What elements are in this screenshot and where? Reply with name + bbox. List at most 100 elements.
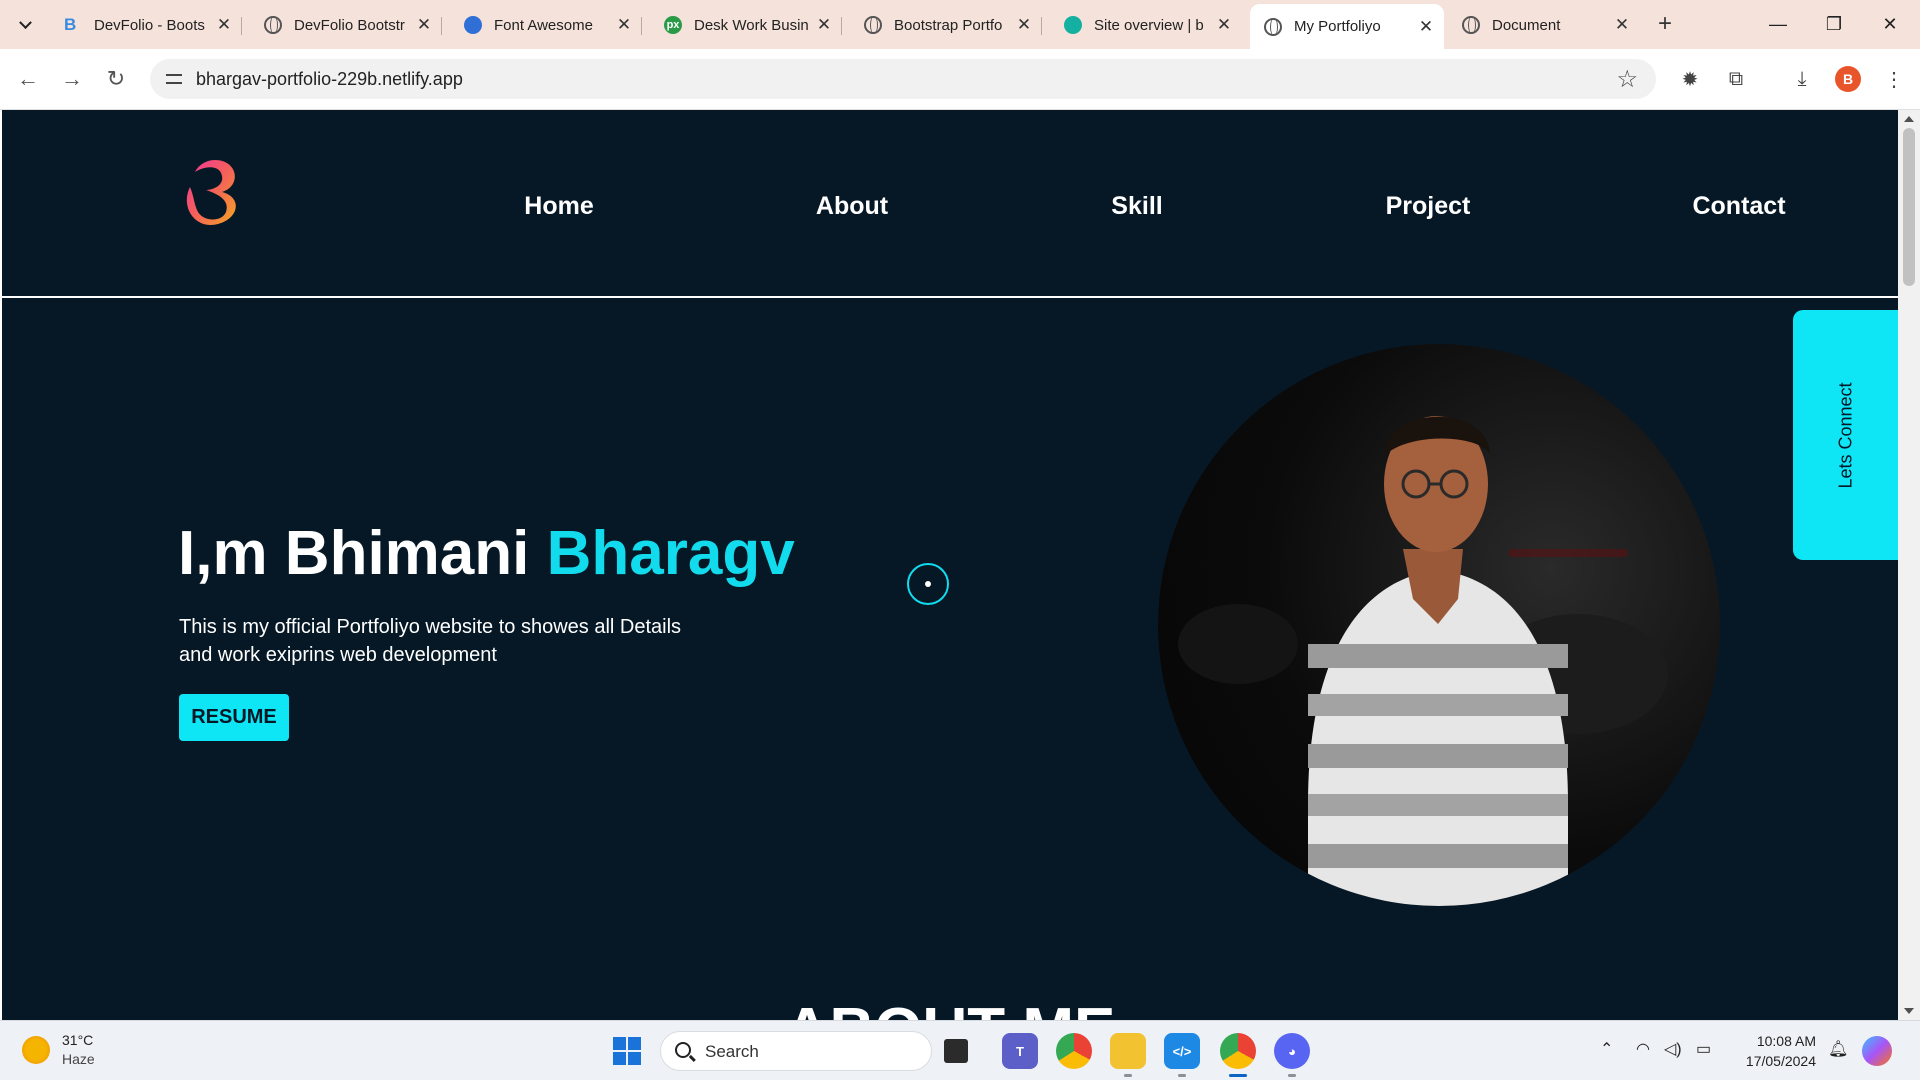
search-icon: [675, 1042, 691, 1058]
flag-icon: [464, 16, 482, 34]
close-icon[interactable]: ✕: [1614, 15, 1630, 35]
hero-title-accent: Bharagv: [546, 519, 795, 588]
close-icon[interactable]: ✕: [1216, 15, 1232, 35]
browser-tab[interactable]: Bootstrap Portfo ✕: [850, 6, 1042, 44]
portfolio-site: Home About Skill Project Contact I,m Bhi…: [2, 110, 1900, 1020]
nav-link-project[interactable]: Project: [1386, 192, 1471, 221]
globe-icon: [264, 16, 282, 34]
globe-icon: [1462, 16, 1480, 34]
profile-photo: [1158, 344, 1720, 906]
tab-title: DevFolio Bootstr: [294, 16, 405, 34]
reload-icon[interactable]: ↻: [100, 63, 132, 95]
url-text[interactable]: bhargav-portfolio-229b.netlify.app: [196, 69, 463, 90]
tab-title: Desk Work Busin: [694, 16, 809, 34]
browser-tab-strip: DevFolio - Boots ✕ DevFolio Bootstr ✕ Fo…: [0, 0, 1920, 49]
nav-link-skill[interactable]: Skill: [1111, 192, 1162, 221]
scroll-up-arrow-icon[interactable]: [1904, 116, 1914, 122]
browser-tab[interactable]: DevFolio - Boots ✕: [50, 6, 242, 44]
vscode-icon[interactable]: </>: [1164, 1033, 1200, 1069]
weather-temperature: 31°C: [62, 1032, 94, 1048]
hero-description: This is my official Portfoliyo website t…: [179, 616, 682, 666]
address-bar[interactable]: bhargav-portfolio-229b.netlify.app ☆: [150, 59, 1656, 99]
discord-icon[interactable]: ◕: [1274, 1033, 1310, 1069]
taskbar-search-box[interactable]: Search: [660, 1031, 932, 1071]
battery-icon[interactable]: ▭: [1696, 1039, 1711, 1059]
tab-title: DevFolio - Boots: [94, 16, 205, 34]
resume-button[interactable]: RESUME: [179, 694, 289, 741]
nav-link-contact[interactable]: Contact: [1692, 192, 1785, 221]
clock-date: 17/05/2024: [1745, 1053, 1816, 1069]
windows-start-icon[interactable]: [613, 1037, 641, 1065]
back-arrow-icon[interactable]: ←: [12, 63, 44, 95]
extensions-puzzle-icon[interactable]: ⧉: [1722, 65, 1750, 93]
file-explorer-icon[interactable]: [1110, 1033, 1146, 1069]
browser-tab[interactable]: Font Awesome ✕: [450, 6, 642, 44]
show-hidden-icons-chevron-icon[interactable]: ⌃: [1600, 1039, 1613, 1059]
minimize-button[interactable]: —: [1750, 0, 1806, 49]
close-icon[interactable]: ✕: [616, 15, 632, 35]
close-window-button[interactable]: ✕: [1862, 0, 1918, 49]
browser-tab-active[interactable]: My Portfoliyo ✕: [1250, 4, 1444, 49]
site-navbar: Home About Skill Project Contact: [2, 112, 1898, 298]
windows-taskbar: 31°C Haze Search T </> ◕ ⌃ ◠ ◁) ▭ 10:08 …: [0, 1020, 1920, 1080]
about-section-heading: ABOUT ME: [2, 995, 1898, 1020]
task-view-icon[interactable]: [944, 1039, 968, 1063]
nav-link-home[interactable]: Home: [524, 192, 593, 221]
profile-avatar[interactable]: B: [1835, 66, 1861, 92]
copilot-icon[interactable]: [1862, 1036, 1892, 1066]
scrollbar-thumb[interactable]: [1903, 128, 1915, 286]
profile-photo-illustration: [1178, 416, 1668, 906]
volume-icon[interactable]: ◁): [1664, 1039, 1682, 1059]
custom-cursor: [907, 563, 949, 605]
taskbar-clock[interactable]: 10:08 AM 17/05/2024: [1738, 1031, 1816, 1071]
close-icon[interactable]: ✕: [1418, 17, 1434, 37]
bookmark-star-icon[interactable]: ☆: [1616, 65, 1638, 94]
globe-icon: [864, 16, 882, 34]
download-icon[interactable]: ⤓: [1788, 65, 1816, 93]
close-icon[interactable]: ✕: [816, 15, 832, 35]
diamond-icon: [1060, 12, 1086, 38]
tab-title: Site overview | b: [1094, 16, 1204, 34]
hero-title-name: I,m Bhimani: [178, 519, 547, 588]
logo-icon[interactable]: [170, 152, 250, 232]
scroll-down-arrow-icon[interactable]: [1904, 1008, 1914, 1014]
extension-bug-icon[interactable]: ✹: [1676, 65, 1704, 93]
browser-tab[interactable]: Document ✕: [1448, 6, 1640, 44]
lets-connect-label: Lets Connect: [1835, 381, 1856, 489]
weather-condition: Haze: [62, 1051, 95, 1067]
devfolio-icon: [64, 16, 82, 34]
tab-title: Font Awesome: [494, 16, 593, 34]
clock-time: 10:08 AM: [1756, 1033, 1816, 1049]
close-icon[interactable]: ✕: [416, 15, 432, 35]
forward-arrow-icon[interactable]: →: [56, 63, 88, 95]
taskbar-search-label: Search: [705, 1042, 759, 1061]
page-viewport: Home About Skill Project Contact I,m Bhi…: [0, 110, 1920, 1020]
more-menu-icon[interactable]: ⋮: [1880, 65, 1908, 93]
close-icon[interactable]: ✕: [1016, 15, 1032, 35]
new-tab-button[interactable]: +: [1650, 8, 1680, 42]
px-icon: px: [664, 16, 682, 34]
notification-bell-icon[interactable]: 🔔︎: [1828, 1039, 1848, 1059]
tab-title: Bootstrap Portfo: [894, 16, 1003, 34]
browser-toolbar: ← → ↻ bhargav-portfolio-229b.netlify.app…: [0, 49, 1920, 110]
browser-tab[interactable]: DevFolio Bootstr ✕: [250, 6, 442, 44]
tab-title: My Portfoliyo: [1294, 18, 1381, 35]
hero-title: I,m Bhimani Bharagv: [178, 518, 795, 589]
restore-button[interactable]: ❐: [1806, 0, 1862, 49]
page-scrollbar[interactable]: [1898, 110, 1920, 1020]
globe-icon: [1264, 17, 1282, 36]
site-settings-icon[interactable]: [164, 69, 184, 89]
lets-connect-tab[interactable]: Lets Connect: [1793, 310, 1900, 560]
nav-link-about[interactable]: About: [816, 192, 888, 221]
browser-tab[interactable]: Site overview | b ✕: [1050, 6, 1242, 44]
chrome-icon[interactable]: [1056, 1033, 1092, 1069]
browser-tab[interactable]: px Desk Work Busin ✕: [650, 6, 842, 44]
close-icon[interactable]: ✕: [216, 15, 232, 35]
haze-sun-icon: [22, 1036, 50, 1064]
chrome-active-icon[interactable]: [1220, 1033, 1256, 1069]
wifi-icon[interactable]: ◠: [1636, 1039, 1650, 1059]
teams-icon[interactable]: T: [1002, 1033, 1038, 1069]
tab-title: Document: [1492, 16, 1561, 34]
weather-widget[interactable]: 31°C Haze: [22, 1031, 95, 1069]
tab-search-dropdown-button[interactable]: [8, 8, 42, 42]
